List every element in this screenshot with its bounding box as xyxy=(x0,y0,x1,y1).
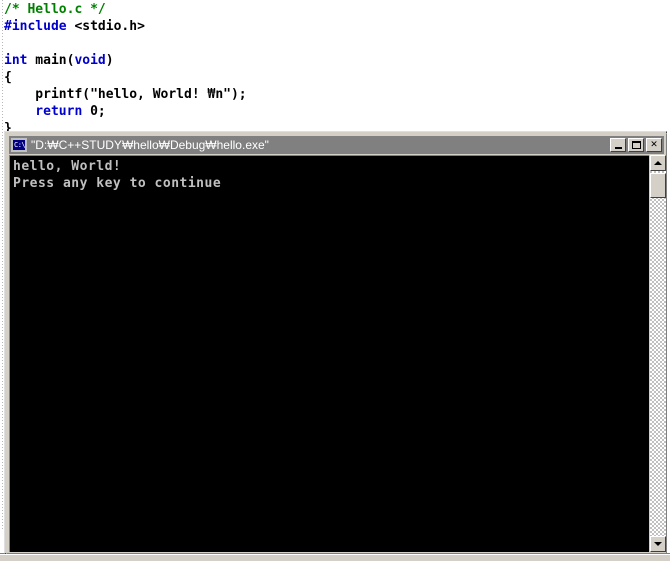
code-include-header: <stdio.h> xyxy=(66,19,145,34)
console-vertical-scrollbar[interactable] xyxy=(650,155,666,552)
code-keyword-return: return xyxy=(4,104,83,119)
console-title-bar[interactable]: C:\ "D:₩C++STUDY₩hello₩Debug₩hello.exe" … xyxy=(9,136,664,154)
scroll-up-button[interactable] xyxy=(650,155,666,171)
code-return-value: 0; xyxy=(82,104,106,119)
console-client-area[interactable]: hello, World! Press any key to continue xyxy=(9,155,649,552)
code-keyword-void: void xyxy=(74,53,106,68)
editor-selection-margin xyxy=(2,0,3,530)
code-comment: /* Hello.c */ xyxy=(4,2,106,17)
console-output-window[interactable]: C:\ "D:₩C++STUDY₩hello₩Debug₩hello.exe" … xyxy=(4,131,667,554)
minimize-icon xyxy=(611,139,625,151)
window-controls: ✕ xyxy=(610,138,662,152)
minimize-button[interactable] xyxy=(610,138,626,152)
code-text: /* Hello.c */ #include <stdio.h> int mai… xyxy=(4,1,247,137)
maximize-button[interactable] xyxy=(628,138,644,152)
console-title-text: "D:₩C++STUDY₩hello₩Debug₩hello.exe" xyxy=(31,138,269,152)
chevron-down-icon xyxy=(654,542,662,546)
console-window-frame: C:\ "D:₩C++STUDY₩hello₩Debug₩hello.exe" … xyxy=(6,133,667,554)
code-paren-close: ) xyxy=(105,53,114,68)
scrollbar-thumb[interactable] xyxy=(650,173,666,198)
ms-dos-console-icon[interactable]: C:\ xyxy=(11,138,27,152)
maximize-icon xyxy=(629,139,643,151)
editor-status-bar xyxy=(0,554,670,561)
console-output-text: hello, World! Press any key to continue xyxy=(13,159,222,191)
close-icon: ✕ xyxy=(650,139,658,150)
code-keyword-int: int xyxy=(4,53,28,68)
close-button[interactable]: ✕ xyxy=(646,138,662,152)
code-printf-line: printf("hello, World! ₩n"); xyxy=(4,87,247,102)
code-function-main: main( xyxy=(27,53,75,68)
code-brace-open: { xyxy=(4,70,12,85)
icon-prompt-text: C:\ xyxy=(13,140,26,150)
scroll-down-button[interactable] xyxy=(650,536,666,552)
code-include-directive: #include xyxy=(4,19,67,34)
chevron-up-icon xyxy=(654,161,662,165)
